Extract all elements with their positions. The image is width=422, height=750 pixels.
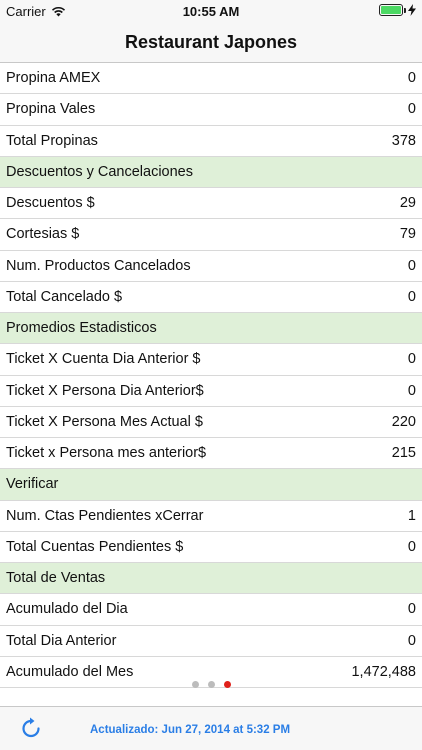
row-label: Propina AMEX xyxy=(6,70,101,87)
row-value: 79 xyxy=(399,226,416,243)
row-value: 378 xyxy=(391,132,416,149)
row-value: 0 xyxy=(407,632,416,649)
row-label: Total Dia Anterior xyxy=(6,632,117,649)
row-value: 1,472,488 xyxy=(351,663,416,680)
row-value: 0 xyxy=(407,601,416,618)
list-row[interactable]: Cortesias $ 79 xyxy=(0,219,422,251)
row-label: Descuentos $ xyxy=(6,195,95,212)
list-row[interactable]: Ticket x Persona mes anterior$ 215 xyxy=(0,438,422,470)
battery-icon xyxy=(379,4,403,16)
row-label: Ticket X Cuenta Dia Anterior $ xyxy=(6,351,201,368)
refresh-icon[interactable] xyxy=(18,716,44,742)
row-label: Total Cuentas Pendientes $ xyxy=(6,538,184,555)
list-row[interactable]: Ticket X Persona Dia Anterior$ 0 xyxy=(0,375,422,407)
row-label: Acumulado del Mes xyxy=(6,663,134,680)
row-value: 0 xyxy=(407,351,416,368)
row-label: Promedios Estadisticos xyxy=(6,320,157,337)
list-row[interactable]: Ticket X Cuenta Dia Anterior $ 0 xyxy=(0,344,422,376)
status-right xyxy=(379,4,416,16)
section-header: Verificar xyxy=(0,469,422,501)
row-value: 1 xyxy=(407,507,416,524)
row-value: 0 xyxy=(407,70,416,87)
row-label: Cortesias $ xyxy=(6,226,80,243)
row-value: 0 xyxy=(407,382,416,399)
row-label: Num. Productos Cancelados xyxy=(6,257,191,274)
row-label: Total Cancelado $ xyxy=(6,288,123,305)
list-row[interactable]: Num. Ctas Pendientes xCerrar 1 xyxy=(0,500,422,532)
row-value: 29 xyxy=(399,195,416,212)
list-row[interactable]: Descuentos $ 29 xyxy=(0,188,422,220)
navigation-bar: Restaurant Japones xyxy=(0,22,422,63)
list-row[interactable]: Total Cancelado $ 0 xyxy=(0,281,422,313)
row-value: 0 xyxy=(407,257,416,274)
charging-bolt-icon xyxy=(408,4,416,16)
list-row[interactable]: Ticket X Persona Mes Actual $ 220 xyxy=(0,406,422,438)
list-row[interactable]: Propina Vales 0 xyxy=(0,94,422,126)
list-row[interactable]: Propina AMEX 0 xyxy=(0,63,422,95)
row-label: Descuentos y Cancelaciones xyxy=(6,163,193,180)
section-header: Promedios Estadisticos xyxy=(0,313,422,345)
list-row[interactable]: Total Mes Anterior2,381,345 xyxy=(0,688,422,693)
section-header: Descuentos y Cancelaciones xyxy=(0,156,422,188)
row-value: 0 xyxy=(407,288,416,305)
row-label: Ticket X Persona Dia Anterior$ xyxy=(6,382,204,399)
status-time: 10:55 AM xyxy=(182,4,240,19)
row-label: Ticket x Persona mes anterior$ xyxy=(6,445,207,462)
row-label: Total de Ventas xyxy=(6,570,106,587)
row-label: Num. Ctas Pendientes xCerrar xyxy=(6,507,204,524)
row-label: Verificar xyxy=(6,476,59,493)
list-row[interactable]: Total Propinas 378 xyxy=(0,125,422,157)
row-value: 215 xyxy=(391,445,416,462)
row-value: 0 xyxy=(407,538,416,555)
section-header: Total de Ventas xyxy=(0,563,422,595)
list-row[interactable]: Total Cuentas Pendientes $ 0 xyxy=(0,531,422,563)
page-indicator[interactable] xyxy=(0,681,422,688)
list-row[interactable]: Num. Productos Cancelados 0 xyxy=(0,250,422,282)
page-dot-3[interactable] xyxy=(223,681,231,688)
last-updated-label: Actualizado: Jun 27, 2014 at 5:32 PM xyxy=(90,724,291,736)
bottom-toolbar: Actualizado: Jun 27, 2014 at 5:32 PM xyxy=(0,706,422,750)
battery-tip xyxy=(404,7,406,13)
page-title: Restaurant Japones xyxy=(124,32,298,52)
list-row[interactable]: Total Dia Anterior 0 xyxy=(0,625,422,657)
row-label: Propina Vales xyxy=(6,101,96,118)
status-bar: Carrier 10:55 AM xyxy=(0,0,422,22)
list-row[interactable]: Acumulado del Dia 0 xyxy=(0,594,422,626)
row-label: Total Propinas xyxy=(6,132,98,149)
row-value: 220 xyxy=(391,413,416,430)
page-dot-1[interactable] xyxy=(191,681,199,688)
row-label: Acumulado del Dia xyxy=(6,601,128,618)
report-list[interactable]: Propina AMEX 0 Propina Vales 0 Total Propina… xyxy=(0,63,422,693)
page-dot-2[interactable] xyxy=(207,681,215,688)
row-label: Ticket X Persona Mes Actual $ xyxy=(6,413,203,430)
row-value: 0 xyxy=(407,101,416,118)
